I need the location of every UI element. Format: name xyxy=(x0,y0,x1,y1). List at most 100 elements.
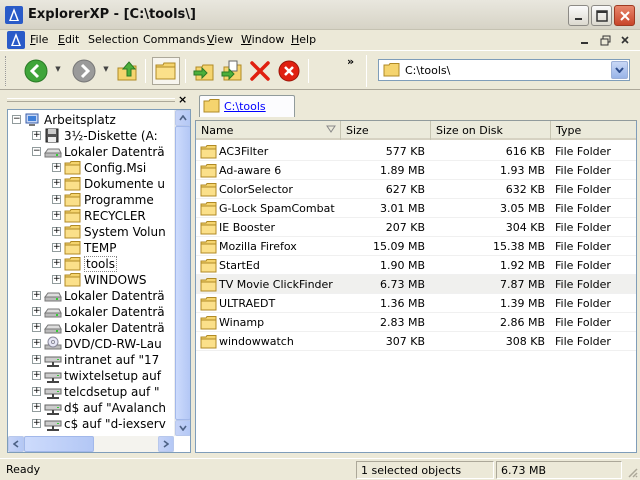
column-header-type[interactable]: Type xyxy=(551,121,636,140)
expand-icon[interactable]: + xyxy=(32,355,41,364)
folders-button[interactable] xyxy=(152,57,180,85)
expand-icon[interactable]: + xyxy=(32,307,41,316)
table-row[interactable]: TV Movie ClickFinder 6.73 MB 7.87 MB File F… xyxy=(196,275,636,294)
collapse-icon[interactable]: − xyxy=(12,115,21,124)
expand-icon[interactable]: + xyxy=(32,371,41,380)
tree-item[interactable]: + c$ auf "d-iexserv xyxy=(8,416,174,432)
tab-current-folder[interactable]: C:\tools xyxy=(199,95,295,117)
menu-edit[interactable]: Edit xyxy=(58,33,79,46)
table-row[interactable]: StartEd 1.90 MB 1.92 MB File Folder xyxy=(196,256,636,275)
tree-item[interactable]: + WINDOWS xyxy=(8,272,174,288)
tree-vertical-scrollbar[interactable] xyxy=(174,110,190,436)
copy-to-button[interactable] xyxy=(218,57,246,85)
table-row[interactable]: ColorSelector 627 KB 632 KB File Folder xyxy=(196,180,636,199)
tree-item[interactable]: + System Volun xyxy=(8,224,174,240)
pane-grip[interactable] xyxy=(7,98,175,102)
tree-item[interactable]: + intranet auf "17 xyxy=(8,352,174,368)
tree-item[interactable]: + d$ auf "Avalanch xyxy=(8,400,174,416)
pane-close-icon[interactable]: × xyxy=(178,93,187,106)
document-icon[interactable] xyxy=(7,31,25,49)
expand-icon[interactable]: + xyxy=(32,387,41,396)
resize-grip-icon[interactable] xyxy=(626,466,638,478)
table-row[interactable]: Mozilla Firefox 15.09 MB 15.38 MB File Fold… xyxy=(196,237,636,256)
table-row[interactable]: AC3Filter 577 KB 616 KB File Folder xyxy=(196,142,636,161)
expand-icon[interactable]: + xyxy=(32,131,41,140)
tree-item[interactable]: + TEMP xyxy=(8,240,174,256)
minimize-button[interactable] xyxy=(568,5,589,26)
tree-horizontal-scrollbar[interactable] xyxy=(8,436,174,452)
table-row[interactable]: Ad-aware 6 1.89 MB 1.93 MB File Folder xyxy=(196,161,636,180)
scroll-left-button[interactable] xyxy=(8,436,24,452)
menu-commands[interactable]: Commands xyxy=(143,33,205,46)
tree-item[interactable]: + Lokaler Datenträ xyxy=(8,288,174,304)
table-row[interactable]: Winamp 2.83 MB 2.86 MB File Folder xyxy=(196,313,636,332)
menu-selection[interactable]: Selection xyxy=(88,33,139,46)
menu-window[interactable]: Window xyxy=(241,33,284,46)
tree-item[interactable]: + Lokaler Datenträ xyxy=(8,304,174,320)
tree-item[interactable]: + Config.Msi xyxy=(8,160,174,176)
delete-button[interactable] xyxy=(246,57,274,85)
scroll-thumb[interactable] xyxy=(24,436,94,452)
expand-icon[interactable]: + xyxy=(52,179,61,188)
address-combobox[interactable]: C:\tools\ xyxy=(378,59,630,81)
menu-help[interactable]: Help xyxy=(291,33,316,46)
expand-icon[interactable]: + xyxy=(32,419,41,428)
expand-icon[interactable]: + xyxy=(52,227,61,236)
tree-item[interactable]: + Dokumente u xyxy=(8,176,174,192)
tree-item[interactable]: + telcdsetup auf " xyxy=(8,384,174,400)
expand-icon[interactable]: + xyxy=(32,403,41,412)
forward-dropdown[interactable]: ▼ xyxy=(102,65,110,73)
expand-icon[interactable]: + xyxy=(52,195,61,204)
collapse-icon[interactable]: − xyxy=(32,147,41,156)
tree-item[interactable]: + DVD/CD-RW-Lau xyxy=(8,336,174,352)
up-folder-button[interactable] xyxy=(114,57,142,85)
expand-icon[interactable]: + xyxy=(32,339,41,348)
scroll-up-button[interactable] xyxy=(175,110,190,126)
folder-tree[interactable]: − Arbeitsplatz +3½-Diskette (A: − Lokaler Da… xyxy=(7,109,191,453)
tree-item[interactable]: + Programme xyxy=(8,192,174,208)
tree-item[interactable]: +3½-Diskette (A: xyxy=(8,128,174,144)
column-header-size[interactable]: Size xyxy=(341,121,431,140)
menu-file[interactable]: File xyxy=(30,33,48,46)
expand-icon[interactable]: + xyxy=(52,275,61,284)
file-size: 3.01 MB xyxy=(379,202,425,215)
table-row[interactable]: ULTRAEDT 1.36 MB 1.39 MB File Folder xyxy=(196,294,636,313)
table-row[interactable]: windowwatch 307 KB 308 KB File Folder xyxy=(196,332,636,351)
back-dropdown[interactable]: ▼ xyxy=(54,65,62,73)
close-button[interactable] xyxy=(614,5,635,26)
menu-view[interactable]: View xyxy=(207,33,233,46)
toolbar-grip[interactable] xyxy=(5,56,8,86)
maximize-button[interactable] xyxy=(591,5,612,26)
back-button[interactable] xyxy=(22,57,50,85)
forward-button[interactable] xyxy=(70,57,98,85)
tree-item[interactable]: − Lokaler Datenträ xyxy=(8,144,174,160)
expand-icon[interactable]: + xyxy=(32,323,41,332)
move-to-button[interactable] xyxy=(190,57,218,85)
address-dropdown-button[interactable] xyxy=(611,61,628,79)
tree-item[interactable]: + twixtelsetup auf xyxy=(8,368,174,384)
column-header-size-on-disk[interactable]: Size on Disk xyxy=(431,121,551,140)
expand-icon[interactable]: + xyxy=(32,291,41,300)
tree-item[interactable]: + Lokaler Datenträ xyxy=(8,320,174,336)
title-bar[interactable]: ExplorerXP - [C:\tools\] xyxy=(0,0,640,30)
scroll-right-button[interactable] xyxy=(158,436,174,452)
cancel-button[interactable] xyxy=(275,57,303,85)
tree-item[interactable]: + RECYCLER xyxy=(8,208,174,224)
expand-icon[interactable]: + xyxy=(52,211,61,220)
mdi-minimize-button[interactable] xyxy=(578,33,592,47)
tree-item[interactable]: + tools xyxy=(8,256,174,272)
expand-icon[interactable]: + xyxy=(52,243,61,252)
toolbar-more-button[interactable]: » xyxy=(347,55,354,68)
scroll-down-button[interactable] xyxy=(175,420,190,436)
column-header-name[interactable]: Name xyxy=(196,121,341,140)
mdi-close-button[interactable] xyxy=(618,33,632,47)
file-list[interactable]: Name Size Size on Disk Type AC3Filter 577… xyxy=(195,121,637,453)
tree-item[interactable]: − Arbeitsplatz xyxy=(8,112,174,128)
file-size-on-disk: 15.38 MB xyxy=(492,240,545,253)
table-row[interactable]: G-Lock SpamCombat 3.01 MB 3.05 MB File Fold… xyxy=(196,199,636,218)
scroll-thumb[interactable] xyxy=(175,126,190,420)
expand-icon[interactable]: + xyxy=(52,163,61,172)
table-row[interactable]: IE Booster 207 KB 304 KB File Folder xyxy=(196,218,636,237)
mdi-restore-button[interactable] xyxy=(598,33,612,47)
expand-icon[interactable]: + xyxy=(52,259,61,268)
